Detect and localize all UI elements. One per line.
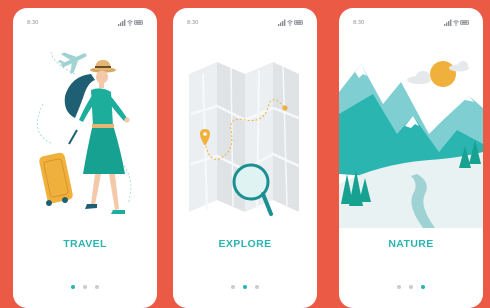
status-time: 8:30 [187,20,199,26]
status-bar: 8:30 [13,19,157,29]
status-time: 8:30 [353,20,365,26]
battery-icon [134,20,143,25]
wifi-icon [127,20,133,26]
page-dot-3[interactable] [421,285,425,289]
page-indicator[interactable] [173,285,317,289]
battery-icon [460,20,469,25]
page-indicator[interactable] [339,285,483,289]
nature-illustration [339,61,483,228]
battery-icon [294,20,303,25]
status-icons [278,19,303,26]
wifi-icon [453,20,459,26]
status-bar: 8:30 [173,19,317,29]
page-dot-1[interactable] [71,285,75,289]
status-time: 8:30 [27,20,39,26]
page-dot-3[interactable] [95,285,99,289]
screen-title: EXPLORE [218,238,272,250]
status-icons [118,19,143,26]
page-dot-3[interactable] [255,285,259,289]
signal-icon [278,19,286,26]
wifi-icon [287,20,293,26]
travel-illustration [36,51,132,214]
onboarding-screen-travel: 8:30 TRAVEL [13,8,157,308]
screen-title: TRAVEL [63,238,107,250]
airplane-icon [57,52,87,75]
page-dot-2[interactable] [409,285,413,289]
status-icons [444,19,469,26]
page-dot-2[interactable] [83,285,87,289]
signal-icon [444,19,452,26]
page-dot-1[interactable] [231,285,235,289]
explore-illustration [189,62,300,216]
onboarding-screen-nature: 8:30 NATURE [339,8,483,308]
page-indicator[interactable] [13,285,157,289]
screen-title: NATURE [388,238,434,250]
status-bar: 8:30 [339,19,483,29]
onboarding-screen-explore: 8:30 EXPLORE [173,8,317,308]
signal-icon [118,19,126,26]
suitcase-icon [39,129,78,206]
traveler-figure [64,60,130,214]
page-dot-2[interactable] [243,285,247,289]
page-dot-1[interactable] [397,285,401,289]
sun-icon [430,61,456,87]
